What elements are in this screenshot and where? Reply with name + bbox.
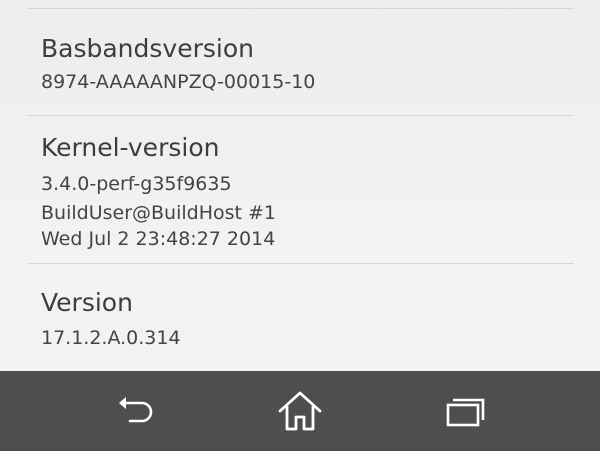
kernel-version-line-2: BuildUser@BuildHost #1 — [41, 202, 277, 224]
baseband-version-item[interactable]: Basbandsversion 8974-AAAAANPZQ-00015-10 — [0, 9, 600, 115]
home-icon — [278, 391, 322, 431]
home-button[interactable] — [268, 379, 332, 443]
version-title: Version — [41, 288, 133, 317]
version-value: 17.1.2.A.0.314 — [41, 327, 181, 349]
recent-apps-button[interactable] — [434, 379, 498, 443]
navigation-bar — [0, 371, 600, 451]
kernel-version-title: Kernel-version — [41, 133, 220, 162]
kernel-version-line-3: Wed Jul 2 23:48:27 2014 — [41, 228, 276, 250]
kernel-version-line-1: 3.4.0-perf-g35f9635 — [41, 173, 232, 195]
baseband-version-value: 8974-AAAAANPZQ-00015-10 — [41, 71, 316, 93]
back-icon — [119, 397, 153, 423]
back-button[interactable] — [102, 379, 166, 443]
settings-list: Basbandsversion 8974-AAAAANPZQ-00015-10 … — [0, 0, 600, 370]
recent-apps-icon — [446, 398, 485, 427]
version-item[interactable]: Version 17.1.2.A.0.314 — [0, 264, 600, 370]
kernel-version-item[interactable]: Kernel-version 3.4.0-perf-g35f9635 Build… — [0, 116, 600, 263]
baseband-version-title: Basbandsversion — [41, 34, 254, 63]
